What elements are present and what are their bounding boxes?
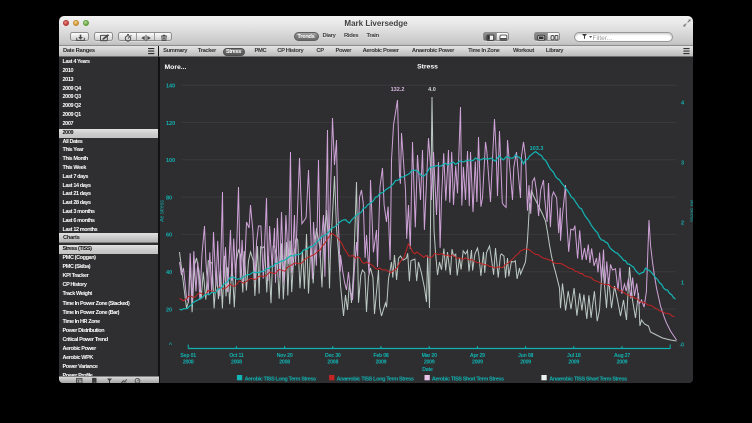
svg-text:^: ^ xyxy=(169,343,172,349)
svg-text:3: 3 xyxy=(681,161,684,167)
svg-text:2008: 2008 xyxy=(279,360,290,366)
svg-text:1: 1 xyxy=(681,281,684,287)
svg-text:Anaerobic TISS Short Term Stre: Anaerobic TISS Short Term Stress xyxy=(549,376,627,382)
svg-text:2009: 2009 xyxy=(616,360,627,366)
svg-text:Apr 29: Apr 29 xyxy=(469,353,484,359)
svg-text:2008: 2008 xyxy=(231,360,242,366)
svg-text:Aerobic TISS Short Term Stress: Aerobic TISS Short Term Stress xyxy=(431,376,503,382)
svg-text:2008: 2008 xyxy=(327,360,338,366)
svg-text:Dec 30: Dec 30 xyxy=(325,353,341,359)
svg-text:Aug 27: Aug 27 xyxy=(613,353,629,359)
svg-text:An Stress: An Stress xyxy=(688,200,693,222)
svg-text:Stress: Stress xyxy=(417,64,438,71)
svg-text:140: 140 xyxy=(166,84,175,90)
svg-text:Ae Stress: Ae Stress xyxy=(160,200,166,222)
svg-text:Anaerobic TISS Long Term Stres: Anaerobic TISS Long Term Stress xyxy=(336,376,413,382)
svg-text:2009: 2009 xyxy=(520,360,531,366)
svg-text:Aerobic TISS Long Term Stress: Aerobic TISS Long Term Stress xyxy=(244,376,316,382)
svg-text:132.2: 132.2 xyxy=(390,87,404,93)
svg-text:20: 20 xyxy=(166,307,172,313)
svg-text:2009: 2009 xyxy=(472,360,483,366)
svg-text:2009: 2009 xyxy=(375,360,386,366)
svg-text:Jul 18: Jul 18 xyxy=(567,353,581,359)
svg-text:2009: 2009 xyxy=(568,360,579,366)
svg-text:120: 120 xyxy=(166,121,175,127)
svg-text:Date: Date xyxy=(422,367,433,373)
svg-text:80: 80 xyxy=(166,195,172,201)
svg-text:More...: More... xyxy=(164,64,186,71)
svg-text:Mar 20: Mar 20 xyxy=(421,353,437,359)
svg-text:Sep 01: Sep 01 xyxy=(180,353,196,359)
svg-text:Jun 08: Jun 08 xyxy=(517,353,533,359)
svg-text:103.3: 103.3 xyxy=(529,146,543,152)
svg-text:Oct 11: Oct 11 xyxy=(229,353,244,359)
svg-text:40: 40 xyxy=(166,270,172,276)
svg-text:4: 4 xyxy=(681,101,685,107)
svg-text:2009: 2009 xyxy=(423,360,434,366)
svg-text:2: 2 xyxy=(681,221,684,227)
svg-text:Feb 08: Feb 08 xyxy=(373,353,389,359)
svg-text:60: 60 xyxy=(166,233,172,239)
svg-text:Nov 20: Nov 20 xyxy=(276,353,292,359)
svg-text:-0: -0 xyxy=(679,343,684,349)
svg-text:2008: 2008 xyxy=(182,360,193,366)
svg-text:4.0: 4.0 xyxy=(428,87,436,93)
svg-text:100: 100 xyxy=(166,158,175,164)
